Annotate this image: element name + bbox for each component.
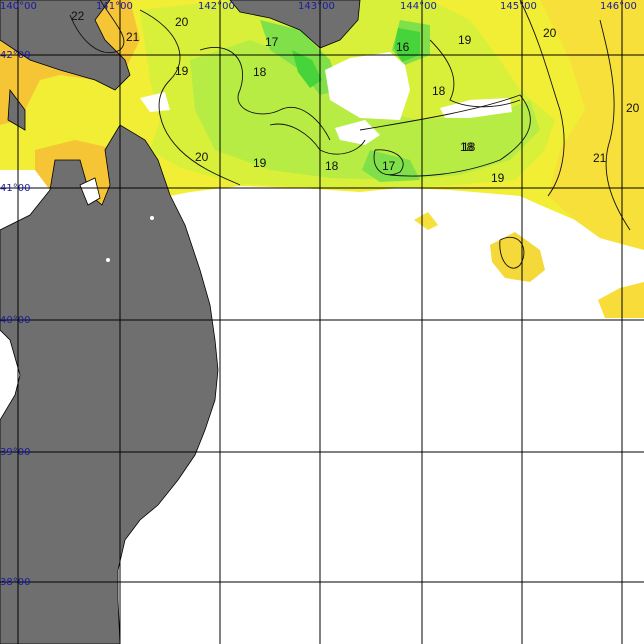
map-canvas: 140°00 141°00 142°00 143°00 144°00 145°0… xyxy=(0,0,644,644)
sea-surface-temperature-map: 140°00 141°00 142°00 143°00 144°00 145°0… xyxy=(0,0,644,644)
contour-label: 21 xyxy=(593,151,607,165)
contour-label: 18 xyxy=(325,159,339,173)
contour-label: 18 xyxy=(432,84,446,98)
lat-label-39: 39°00 xyxy=(0,447,30,458)
contour-label: 17 xyxy=(265,35,279,49)
contour-label: 21 xyxy=(126,30,140,44)
contour-label: 19 xyxy=(175,64,189,78)
lon-label-140: 140°00 xyxy=(0,1,37,12)
contour-label: 19 xyxy=(253,156,267,170)
island-dot xyxy=(176,542,180,546)
lon-label-144: 144°00 xyxy=(400,1,437,12)
contour-label: 18 xyxy=(253,65,267,79)
sst-patch-1 xyxy=(414,212,438,230)
island-dot xyxy=(150,216,154,220)
contour-label: 22 xyxy=(71,9,85,23)
lat-label-42: 42°00 xyxy=(0,50,30,61)
lat-label-41: 41°00 xyxy=(0,183,30,194)
lon-label-145: 145°00 xyxy=(500,1,537,12)
lat-label-40: 40°00 xyxy=(0,315,30,326)
contour-label: 19 xyxy=(491,171,505,185)
contour-label: 20 xyxy=(543,26,557,40)
lon-label-143: 143°00 xyxy=(298,1,335,12)
sst-patch-3 xyxy=(598,282,644,318)
contour-label: 19 xyxy=(458,33,472,47)
contour-label: 16 xyxy=(396,40,410,54)
lat-label-38: 38°00 xyxy=(0,577,30,588)
honshu xyxy=(0,124,219,644)
contour-label: 20 xyxy=(175,15,189,29)
lon-label-141: 141°00 xyxy=(96,1,133,12)
lon-label-146: 146°00 xyxy=(600,1,637,12)
contour-label: 18 xyxy=(462,140,476,154)
lon-label-142: 142°00 xyxy=(198,1,235,12)
contour-label: 17 xyxy=(382,159,396,173)
island-dot xyxy=(106,258,110,262)
contour-label: 20 xyxy=(195,150,209,164)
contour-label: 20 xyxy=(626,101,640,115)
